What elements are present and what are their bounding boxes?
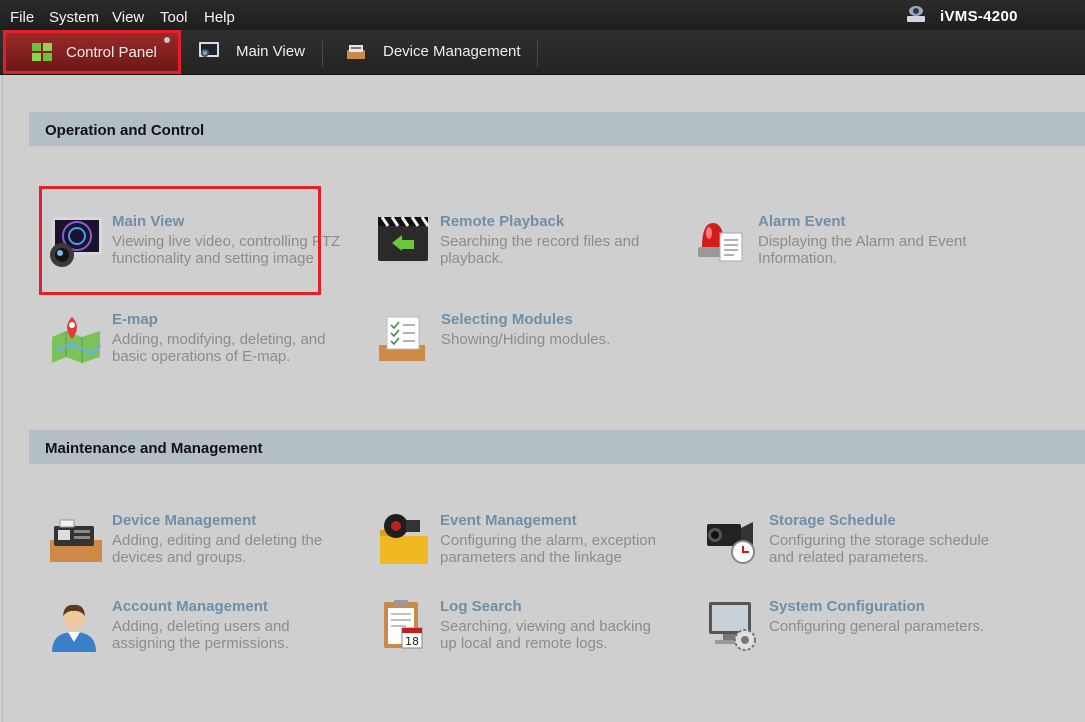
tab-label: Main View [236, 43, 305, 60]
checklist-icon [379, 316, 425, 361]
module-description: Configuring the storage schedule and rel… [769, 532, 990, 566]
menu-tool[interactable]: Tool [160, 9, 188, 26]
module-title: Device Management [112, 512, 257, 529]
calendar-log-icon: 18 [384, 600, 423, 649]
module-description: Displaying the Alarm and Event Informati… [758, 233, 967, 267]
section-header-maintenance: Maintenance and Management [29, 430, 1085, 464]
module-storage-schedule[interactable]: Storage Schedule Configuring the storage… [705, 512, 1005, 582]
module-device-management[interactable]: Device Management Adding, editing and de… [48, 512, 348, 582]
module-selecting-modules[interactable]: Selecting Modules Showing/Hiding modules… [377, 311, 677, 381]
module-title: Account Management [112, 598, 268, 615]
module-description: Searching the record files and playback. [440, 233, 640, 267]
menu-file[interactable]: File [10, 9, 34, 26]
menu-view[interactable]: View [112, 9, 144, 26]
module-title: Event Management [440, 512, 577, 529]
section-title: Operation and Control [45, 122, 205, 139]
module-title: Alarm Event [758, 213, 846, 230]
tab-separator [537, 39, 538, 67]
alarm-light-icon [698, 223, 743, 262]
module-title: E-map [112, 311, 158, 328]
module-title: Storage Schedule [769, 512, 896, 529]
map-pin-icon [52, 317, 102, 363]
computer-gear-icon [709, 602, 756, 651]
module-description: Adding, editing and deleting the devices… [112, 532, 323, 566]
module-account-management[interactable]: Account Management Adding, deleting user… [48, 598, 348, 668]
event-folder-icon [380, 514, 428, 564]
clapperboard-icon [378, 216, 430, 261]
module-remote-playback[interactable]: Remote Playback Searching the record fil… [376, 213, 676, 283]
camera-logo-icon [907, 6, 925, 22]
highlight-box [39, 186, 321, 295]
section-title: Maintenance and Management [45, 440, 263, 457]
tab-bar: Control Panel Main View Device Managemen… [0, 30, 1085, 75]
grid-icon [32, 43, 52, 61]
module-e-map[interactable]: E-map Adding, modifying, deleting, and b… [48, 311, 348, 381]
control-panel-content: Operation and Control Main View Viewing … [2, 75, 1085, 722]
tab-label: Control Panel [66, 44, 157, 61]
svg-text:18: 18 [405, 635, 419, 648]
app-name: iVMS-4200 [940, 8, 1018, 25]
device-icon [347, 45, 365, 59]
camcorder-clock-icon [707, 522, 755, 564]
user-icon [52, 604, 96, 652]
module-alarm-event[interactable]: Alarm Event Displaying the Alarm and Eve… [694, 213, 994, 283]
module-description: Configuring the alarm, exception paramet… [440, 532, 656, 566]
module-title: System Configuration [769, 598, 925, 615]
tab-main-view[interactable]: Main View [181, 30, 321, 74]
module-description: Adding, deleting users and assigning the… [112, 618, 290, 652]
module-description: Adding, modifying, deleting, and basic o… [112, 331, 326, 365]
tab-device-management[interactable]: Device Management [323, 30, 537, 74]
module-title: Selecting Modules [441, 311, 573, 328]
menu-help[interactable]: Help [204, 9, 235, 26]
menu-bar: File System View Tool Help iVMS-4200 [0, 0, 1085, 30]
app-brand: iVMS-4200 [907, 6, 1045, 26]
module-title: Log Search [440, 598, 522, 615]
tab-control-panel[interactable]: Control Panel [3, 30, 181, 74]
module-description: Searching, viewing and backing up local … [440, 618, 651, 652]
module-description: Showing/Hiding modules. [441, 331, 611, 348]
tab-close-icon[interactable] [164, 37, 170, 43]
monitor-icon [199, 42, 219, 57]
menu-system[interactable]: System [49, 9, 99, 26]
module-system-configuration[interactable]: System Configuration Configuring general… [705, 598, 1005, 668]
device-tray-icon [50, 519, 102, 562]
tab-label: Device Management [383, 43, 521, 60]
module-title: Remote Playback [440, 213, 565, 230]
module-log-search[interactable]: 18 Log Search Searching, viewing and bac… [376, 598, 676, 668]
module-description: Configuring general parameters. [769, 618, 985, 635]
section-header-operation: Operation and Control [29, 112, 1085, 146]
module-event-management[interactable]: Event Management Configuring the alarm, … [376, 512, 676, 582]
